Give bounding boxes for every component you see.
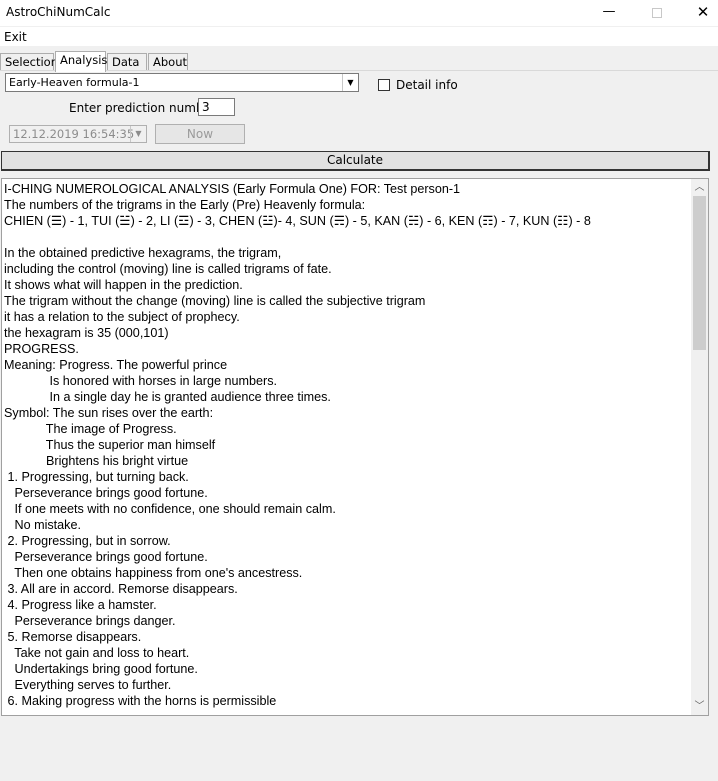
title-bar: AstroChiNumCalc — ✕ [0,0,718,26]
datetime-value: 12.12.2019 16:54:35 [13,127,135,141]
maximize-button[interactable] [634,0,680,26]
now-button[interactable]: Now [155,124,245,144]
prediction-number-input[interactable]: 3 [198,98,235,116]
tab-panel-border [0,70,718,71]
analysis-output-text[interactable]: I-CHING NUMEROLOGICAL ANALYSIS (Early Fo… [4,181,690,709]
tab-analysis[interactable]: Analysis [55,51,107,72]
minimize-button[interactable]: — [586,0,632,26]
tab-data[interactable]: Data [107,53,147,71]
chevron-down-icon[interactable]: ▼ [130,126,146,142]
tab-about[interactable]: About [148,53,188,71]
scroll-down-icon[interactable]: ﹀ [691,698,708,715]
formula-dropdown-value: Early-Heaven formula-1 [9,76,140,89]
menu-bar: Exit [0,27,718,46]
detail-info-checkbox[interactable] [378,79,390,91]
formula-dropdown[interactable]: Early-Heaven formula-1 ▼ [5,73,359,92]
detail-info-label[interactable]: Detail info [396,78,458,92]
analysis-output-textbox[interactable]: I-CHING NUMEROLOGICAL ANALYSIS (Early Fo… [1,178,709,716]
vertical-scrollbar[interactable]: ︿ ﹀ [691,179,708,715]
menu-exit[interactable]: Exit [4,30,27,44]
tab-selection[interactable]: Selection [0,53,58,71]
window-title: AstroChiNumCalc [6,5,111,19]
datetime-picker[interactable]: 12.12.2019 16:54:35 ▼ [9,125,147,143]
calculate-button[interactable]: Calculate [1,151,710,171]
maximize-icon [652,8,662,18]
scroll-up-icon[interactable]: ︿ [691,179,708,196]
chevron-down-icon[interactable]: ▼ [342,74,358,91]
close-button[interactable]: ✕ [680,0,718,26]
scrollbar-thumb[interactable] [693,196,706,350]
